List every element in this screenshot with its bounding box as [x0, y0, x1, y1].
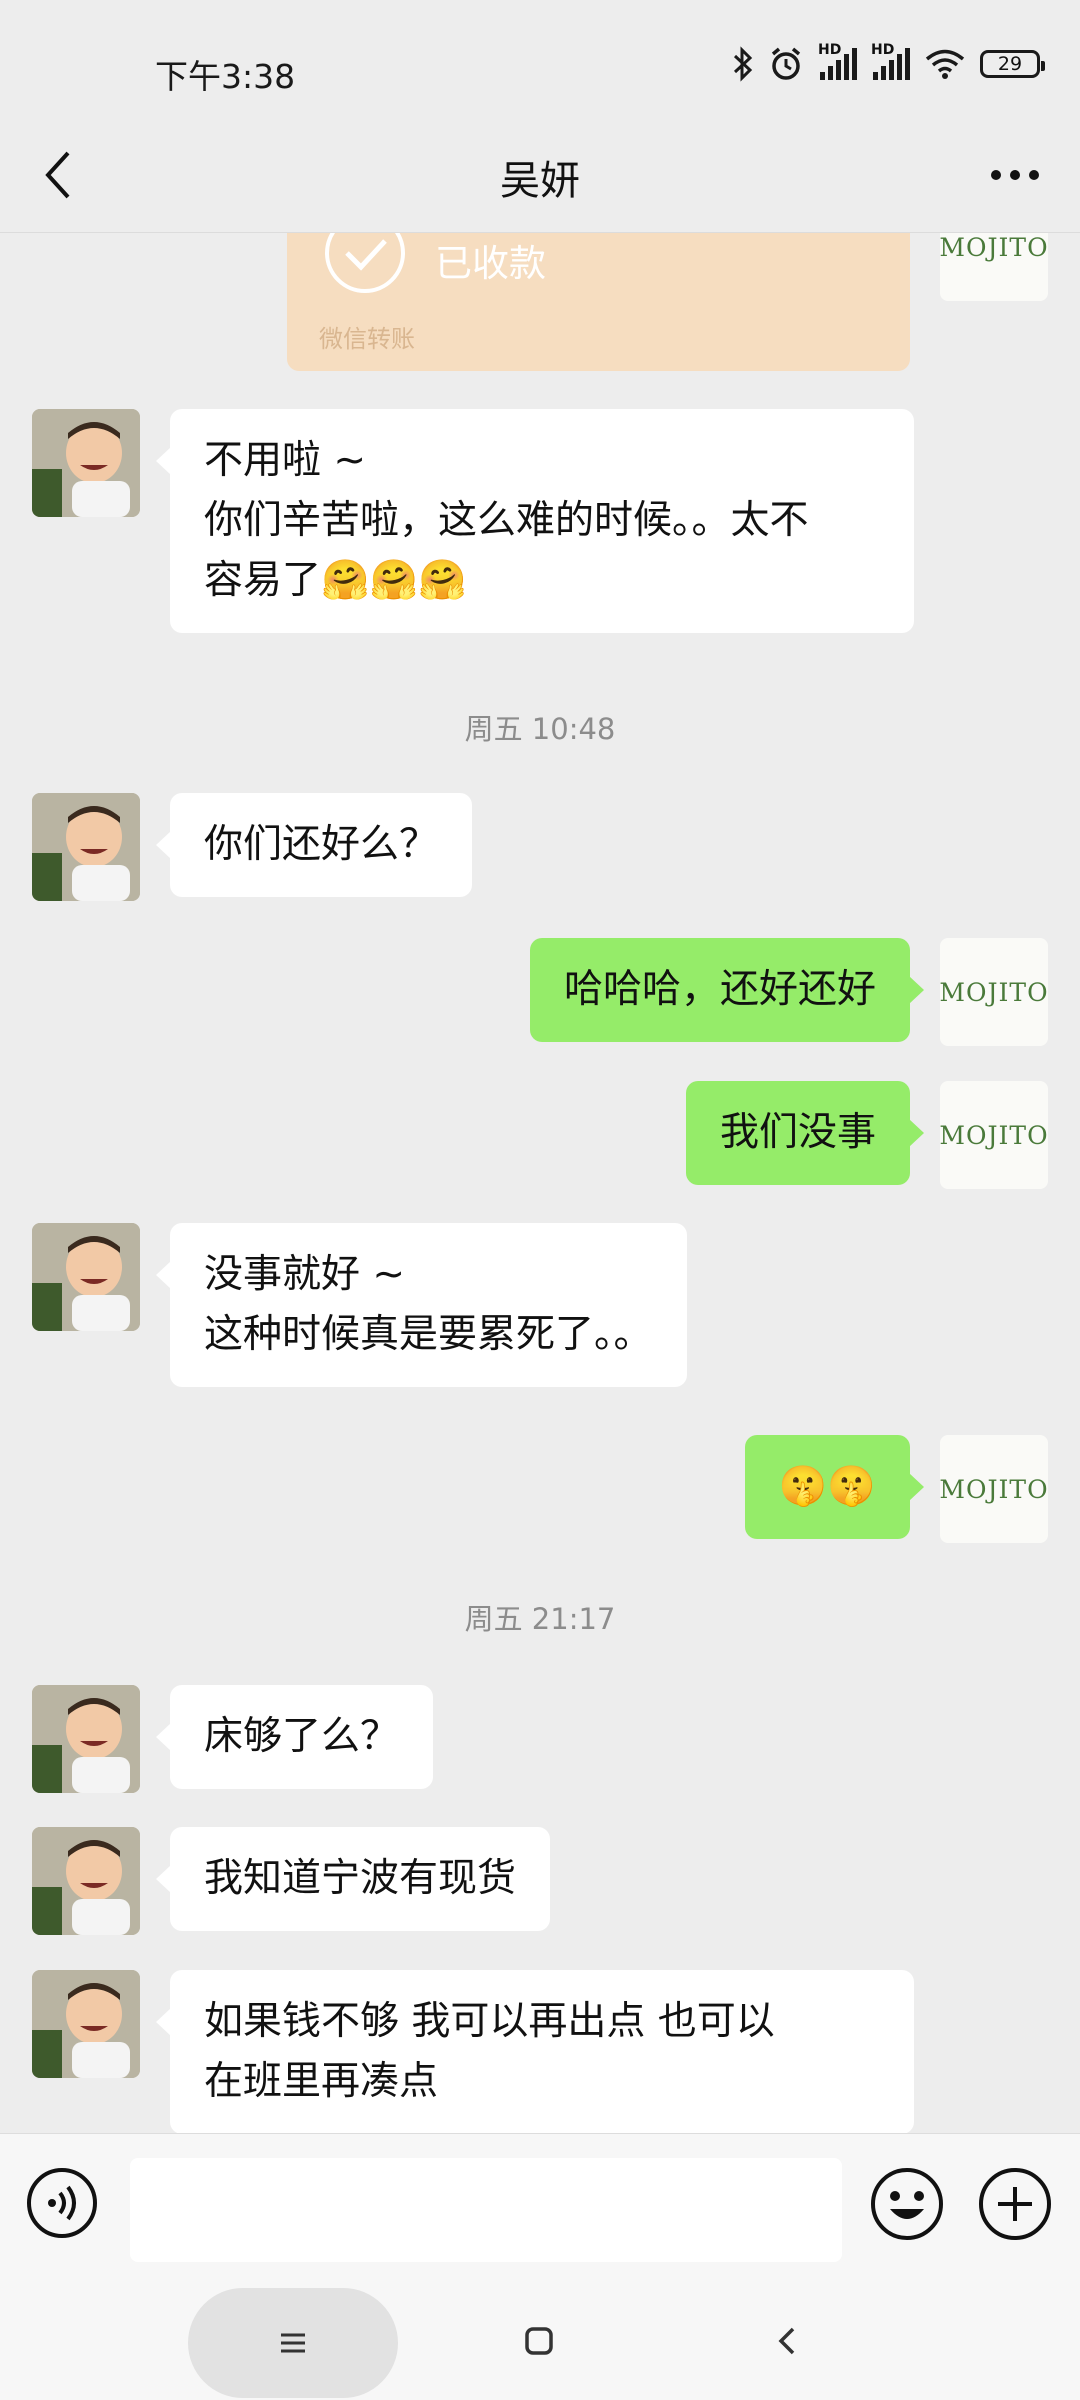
status-time: 下午3:38: [155, 57, 296, 96]
emoji: 🤗🤗🤗: [321, 558, 467, 603]
transfer-status: 已收款: [435, 242, 546, 285]
plus-icon[interactable]: [978, 2167, 1052, 2241]
message-bubble-sent[interactable]: 🤫🤫: [744, 1435, 925, 1539]
message-bubble-received[interactable]: 如果钱不够 我可以再出点 也可以 在班里再凑点: [156, 1970, 914, 2133]
message-line: 不用啦 ~: [204, 438, 367, 483]
contact-avatar[interactable]: [32, 1223, 140, 1331]
input-bar: [0, 2133, 1080, 2269]
my-avatar[interactable]: MOJITO: [939, 233, 1049, 301]
message-bubble-sent[interactable]: 哈哈哈，还好还好: [529, 938, 925, 1042]
nav-home-button[interactable]: [504, 2306, 574, 2376]
chat-title: 吴妍: [500, 158, 580, 204]
contact-avatar-photo: [32, 1223, 140, 1331]
status-bar: 下午3:38 HD HD 29: [0, 0, 1080, 120]
my-avatar-logo: MOJITO: [939, 1474, 1049, 1504]
battery-level: 29: [997, 53, 1023, 75]
more-dots-icon: [991, 170, 1039, 180]
bluetooth-icon: [733, 46, 753, 82]
message-bubble-received[interactable]: 床够了么？: [155, 1685, 434, 1789]
menu-icon: [281, 2333, 305, 2353]
battery-icon: 29: [980, 50, 1045, 78]
message-bubble-received[interactable]: 没事就好 ~ 这种时候真是要累死了。。: [156, 1223, 687, 1387]
timestamp: 周五 10:48: [464, 712, 616, 746]
message-line: 在班里再凑点: [204, 2059, 439, 2104]
status-icons: HD HD 29: [732, 42, 1045, 82]
transfer-label: 微信转账: [319, 325, 415, 353]
timestamp: 周五 21:17: [464, 1602, 616, 1636]
message-line: 没事就好 ~: [204, 1252, 406, 1297]
contact-avatar-photo: [32, 1685, 140, 1793]
contact-avatar[interactable]: [32, 409, 140, 517]
my-avatar[interactable]: MOJITO: [939, 938, 1049, 1046]
contact-avatar[interactable]: [32, 1970, 140, 2078]
message-bubble-received[interactable]: 不用啦 ~ 你们辛苦啦，这么难的时候。。太不 容易了🤗🤗🤗: [156, 409, 914, 633]
contact-avatar-photo: [32, 409, 140, 517]
nav-back-icon: [778, 2327, 795, 2355]
home-square-icon: [525, 2327, 553, 2355]
voice-icon[interactable]: [26, 2167, 98, 2239]
contact-avatar[interactable]: [32, 793, 140, 901]
my-avatar-logo: MOJITO: [939, 233, 1049, 262]
message-line: 如果钱不够 我可以再出点 也可以: [204, 1999, 775, 2044]
contact-avatar[interactable]: [32, 1685, 140, 1793]
transfer-card[interactable]: 已收款 微信转账: [287, 233, 910, 371]
message-bubble-sent[interactable]: 我们没事: [685, 1081, 925, 1185]
message-line: 你们辛苦啦，这么难的时候。。太不: [204, 498, 809, 543]
my-avatar-logo: MOJITO: [939, 1120, 1049, 1150]
signal-icon-1: HD: [818, 42, 857, 80]
check-circle-icon: [325, 233, 405, 293]
my-avatar[interactable]: MOJITO: [939, 1081, 1049, 1189]
alarm-icon: [771, 47, 801, 80]
more-button[interactable]: [980, 140, 1050, 210]
message-bubble-received[interactable]: 你们还好么？: [155, 793, 473, 897]
message-bubble-received[interactable]: 我知道宁波有现货: [155, 1827, 551, 1931]
message-line: 这种时候真是要累死了。。: [204, 1312, 653, 1357]
message-input[interactable]: [130, 2158, 842, 2262]
contact-avatar-photo: [32, 1970, 140, 2078]
chat-header: 吴妍: [0, 120, 1080, 233]
signal-icon-2: HD: [871, 42, 910, 80]
my-avatar[interactable]: MOJITO: [939, 1435, 1049, 1543]
emoji-icon[interactable]: [870, 2167, 944, 2241]
nav-menu-button[interactable]: [188, 2288, 398, 2398]
contact-avatar[interactable]: [32, 1827, 140, 1935]
message-line: 容易了🤗🤗🤗: [204, 558, 467, 603]
my-avatar-logo: MOJITO: [939, 977, 1049, 1007]
message-list[interactable]: MOJITO 已收款 微信转账 不用啦 ~ 你们辛苦啦，这么难的时候。。太不 容…: [0, 233, 1080, 2133]
system-nav-bar: [0, 2268, 1080, 2400]
nav-back-button[interactable]: [752, 2306, 822, 2376]
contact-avatar-photo: [32, 793, 140, 901]
wifi-icon: [925, 49, 965, 79]
contact-avatar-photo: [32, 1827, 140, 1935]
